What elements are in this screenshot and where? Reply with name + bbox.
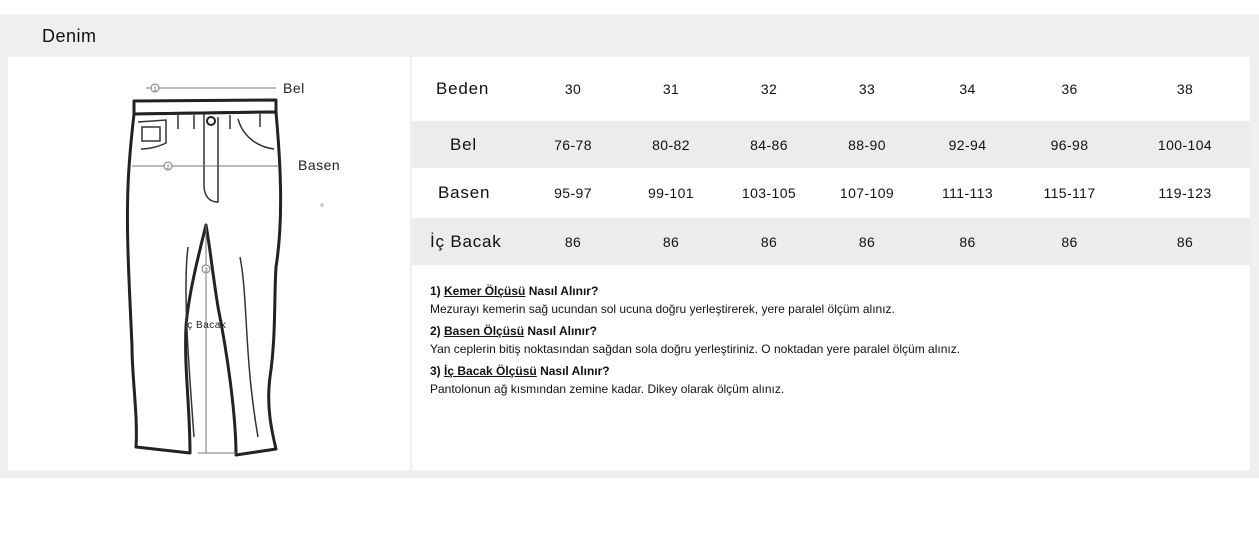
size-cell: 33 <box>858 81 876 97</box>
size-cell: 31 <box>662 81 680 97</box>
table-cell: 86 <box>959 233 976 250</box>
note-waist: 1) Kemer Ölçüsü Nasıl Alınır? Mezurayı k… <box>430 282 1230 318</box>
table-header-row: Beden 30 31 32 33 34 36 38 <box>412 57 1250 121</box>
note-question: Nasıl Alınır? <box>524 324 597 338</box>
table-cell: 86 <box>1176 233 1194 250</box>
size-cell: 34 <box>959 81 976 97</box>
measurement-diagram-panel: 1 2 3 Bel Basen İç Bacak <box>8 57 410 470</box>
size-cell: 30 <box>564 81 582 97</box>
note-number: 1) <box>430 284 445 298</box>
size-chart-card: Denim 1 2 3 Bel Basen İç Bacak Beden 30 … <box>0 14 1259 478</box>
note-number: 2) <box>430 324 445 338</box>
table-cell: 111-113 <box>941 185 994 201</box>
size-cell: 32 <box>760 81 778 97</box>
row-label: Basen <box>438 183 491 202</box>
table-row-waist: Bel 76-78 80-82 84-86 88-90 92-94 96-98 … <box>412 121 1250 168</box>
note-text: Yan ceplerin bitiş noktasından sağdan so… <box>430 342 961 356</box>
table-cell: 103-105 <box>741 185 797 201</box>
table-cell: 88-90 <box>848 136 886 153</box>
note-title: 3) İç Bacak Ölçüsü Nasıl Alınır? <box>430 362 1230 380</box>
size-cell: 38 <box>1176 81 1194 97</box>
hip-pointer-dot <box>320 203 324 207</box>
note-question: Nasıl Alınır? <box>536 364 610 378</box>
note-inseam: 3) İç Bacak Ölçüsü Nasıl Alınır? Pantolo… <box>430 362 1230 398</box>
note-subject: Basen Ölçüsü <box>444 324 525 338</box>
button-icon <box>206 116 216 126</box>
row-label: Bel <box>450 134 477 154</box>
jeans-diagram: 1 2 3 <box>125 83 324 457</box>
note-title: 2) Basen Ölçüsü Nasıl Alınır? <box>430 322 1230 340</box>
note-question: Nasıl Alınır? <box>525 284 599 298</box>
table-cell: 86 <box>564 233 582 250</box>
header-label: Beden <box>436 79 490 98</box>
table-cell: 86 <box>662 233 680 250</box>
size-cell: 36 <box>1061 81 1078 97</box>
table-cell: 84-86 <box>750 136 788 153</box>
hip-label: Basen <box>298 157 341 173</box>
table-cell: 100-104 <box>1157 136 1213 153</box>
note-hip: 2) Basen Ölçüsü Nasıl Alınır? Yan cepler… <box>430 322 1230 358</box>
note-subject: İç Bacak Ölçüsü <box>444 364 537 378</box>
table-cell: 80-82 <box>652 136 690 153</box>
table-row-hip: Basen 95-97 99-101 103-105 107-109 111-1… <box>412 168 1250 218</box>
note-text: Mezurayı kemerin sağ ucundan sol ucuna d… <box>430 302 895 316</box>
size-table-panel: Beden 30 31 32 33 34 36 38 Bel 76-78 80-… <box>412 57 1250 470</box>
table-cell: 115-117 <box>1043 185 1096 201</box>
row-label: İç Bacak <box>430 231 502 251</box>
note-subject: Kemer Ölçüsü <box>444 284 526 298</box>
table-cell: 76-78 <box>554 136 592 153</box>
inseam-label: İç Bacak <box>184 320 227 331</box>
table-cell: 99-101 <box>648 185 694 201</box>
waist-label: Bel <box>283 80 305 96</box>
table-cell: 107-109 <box>839 185 895 201</box>
table-cell: 86 <box>760 233 778 250</box>
note-title: 1) Kemer Ölçüsü Nasıl Alınır? <box>430 282 1230 300</box>
measurement-notes: 1) Kemer Ölçüsü Nasıl Alınır? Mezurayı k… <box>430 282 1230 402</box>
table-cell: 119-123 <box>1158 185 1212 201</box>
table-cell: 96-98 <box>1050 136 1089 153</box>
table-cell: 95-97 <box>554 185 592 201</box>
size-table: Beden 30 31 32 33 34 36 38 Bel 76-78 80-… <box>412 57 1250 265</box>
table-row-inseam: İç Bacak 86 86 86 86 86 86 86 <box>412 218 1250 265</box>
note-number: 3) <box>430 364 445 378</box>
page-title: Denim <box>42 26 97 46</box>
table-cell: 86 <box>858 233 876 250</box>
note-text: Pantolonun ağ kısmından zemine kadar. Di… <box>430 382 785 396</box>
table-cell: 86 <box>1061 233 1078 250</box>
table-cell: 92-94 <box>948 136 987 153</box>
